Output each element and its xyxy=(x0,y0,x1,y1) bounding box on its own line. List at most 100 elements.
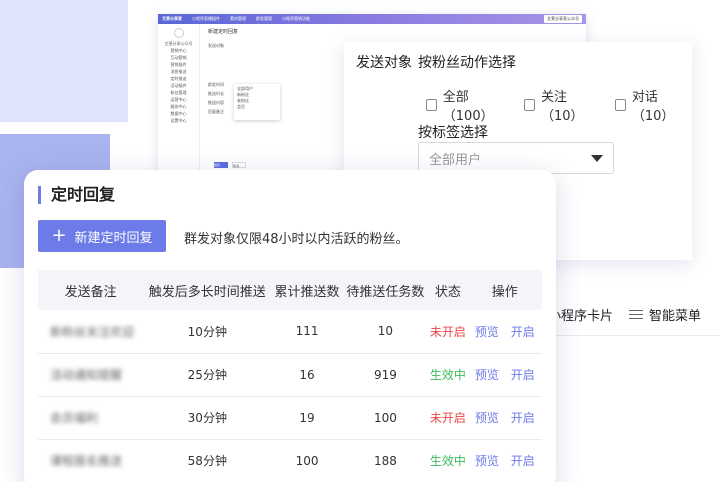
remark-text: 会员福利 xyxy=(50,411,99,425)
mini-sidebar-item: 设置中心 xyxy=(170,117,187,123)
mini-cancel-button: 取消 xyxy=(232,162,246,168)
mini-avatar xyxy=(173,28,184,38)
checkbox-all[interactable]: 全部（100） xyxy=(426,86,510,124)
enable-link[interactable]: 开启 xyxy=(511,454,535,468)
mini-sidebar-item: 消息推送 xyxy=(170,68,187,74)
cell-pending: 10 xyxy=(342,310,429,354)
remark-text: 活动通知提醒 xyxy=(50,368,123,382)
mini-logo: 艾莱分享家 xyxy=(162,16,182,21)
new-button-label: 新建定时回复 xyxy=(74,230,153,246)
preview-link[interactable]: 预览 xyxy=(475,368,499,382)
checkbox-label: 对话（10） xyxy=(631,90,675,124)
menu-lines-icon xyxy=(629,309,644,320)
status-badge: 生效中 xyxy=(428,439,468,482)
table-row: 课程报名推送 58分钟 100 188 生效中 预览 开启 xyxy=(38,439,542,482)
checkbox-dialog[interactable]: 对话（10） xyxy=(615,86,692,124)
checkbox-label: 全部（100） xyxy=(442,90,494,124)
mini-save-button: 保存 xyxy=(214,162,228,168)
status-badge: 生效中 xyxy=(428,353,468,397)
table-header-row: 发送备注 触发后多长时间推送 累计推送数 待推送任务数 状态 操作 xyxy=(38,270,542,310)
cell-remark: 课程报名推送 xyxy=(38,439,144,482)
mini-nav-item: 素材管理 xyxy=(230,16,246,21)
enable-link[interactable]: 开启 xyxy=(511,368,535,382)
status-badge: 未开启 xyxy=(428,396,468,440)
cell-pending: 919 xyxy=(342,353,429,397)
header-actions: 操作 xyxy=(467,270,542,310)
scheduled-reply-card: 定时回复 + 新建定时回复 群发对象仅限48小时以内活跃的粉丝。 发送备注 触发… xyxy=(24,170,556,482)
plus-icon: + xyxy=(51,225,67,246)
mini-account-tag: 艾莱分享家公众号 xyxy=(544,15,582,23)
preview-link[interactable]: 预览 xyxy=(475,411,499,425)
mini-program-card-label: 小程序卡片 xyxy=(548,309,614,324)
status-badge: 未开启 xyxy=(428,310,468,354)
cell-actions: 预览 开启 xyxy=(467,310,542,354)
message-type-strip: 小程序卡片 智能菜单 xyxy=(540,294,720,336)
mini-dropdown-option: 会员 xyxy=(237,104,245,109)
cell-remark: 会员福利 xyxy=(38,396,144,440)
cell-remark: 新粉丝关注欢迎 xyxy=(38,310,144,354)
mini-sidebar-item: 营销中心 xyxy=(170,47,187,53)
checkbox-box[interactable] xyxy=(615,99,626,111)
mini-sidebar-item: 艾莱分享公众号 xyxy=(164,40,193,46)
send-target-label: 发送对象 xyxy=(356,55,412,71)
mini-sidebar-item: 粉丝管理 xyxy=(170,89,187,95)
enable-link[interactable]: 开启 xyxy=(511,411,535,425)
mini-sidebar-item: 数据中心 xyxy=(170,110,187,116)
mini-sidebar-item: 活动插件 xyxy=(170,82,187,88)
checkbox-label: 关注（10） xyxy=(541,90,584,124)
header-total: 累计推送数 xyxy=(271,270,343,310)
cell-pending: 100 xyxy=(342,396,429,440)
mini-nav-item: 小程序直播插件 xyxy=(192,16,220,21)
mini-dropdown: 全部用户 新粉丝 老粉丝 会员 xyxy=(234,84,280,120)
table-row: 新粉丝关注欢迎 10分钟 111 10 未开启 预览 开启 xyxy=(38,310,542,354)
header-delay: 触发后多长时间推送 xyxy=(143,270,272,310)
by-action-label: 按粉丝动作选择 xyxy=(418,55,516,71)
cell-delay: 30分钟 xyxy=(143,396,272,440)
cell-total: 19 xyxy=(271,396,343,440)
cell-delay: 25分钟 xyxy=(143,353,272,397)
mini-cancel-label: 取消 xyxy=(233,164,240,168)
cell-actions: 预览 开启 xyxy=(467,396,542,440)
audience-hint: 群发对象仅限48小时以内活跃的粉丝。 xyxy=(184,232,409,247)
page-title: 定时回复 xyxy=(38,186,115,204)
reply-table: 发送备注 触发后多长时间推送 累计推送数 待推送任务数 状态 操作 新粉丝关注欢… xyxy=(38,270,542,482)
header-status: 状态 xyxy=(428,270,468,310)
header-pending: 待推送任务数 xyxy=(342,270,429,310)
mini-sidebar-item: 互动营销 xyxy=(170,54,187,60)
mini-sidebar-item: 运营中心 xyxy=(170,96,187,102)
cell-remark: 活动通知提醒 xyxy=(38,353,144,397)
tag-select-value: 全部用户 xyxy=(429,152,482,168)
cell-delay: 10分钟 xyxy=(143,310,272,354)
preview-link[interactable]: 预览 xyxy=(475,454,499,468)
action-checkbox-group: 全部（100） 关注（10） 对话（10） xyxy=(426,86,692,124)
mini-save-label: 保存 xyxy=(214,163,221,167)
checkbox-box[interactable] xyxy=(524,99,535,111)
checkbox-follow[interactable]: 关注（10） xyxy=(524,86,601,124)
enable-link[interactable]: 开启 xyxy=(511,325,535,339)
preview-link[interactable]: 预览 xyxy=(475,325,499,339)
mini-title: 新建定时回复 xyxy=(208,29,239,35)
caret-down-icon xyxy=(591,154,603,162)
mini-sidebar-item: 服务中心 xyxy=(170,103,187,109)
smart-menu-tab[interactable]: 智能菜单 xyxy=(621,305,709,324)
cell-total: 111 xyxy=(271,310,343,354)
smart-menu-label: 智能菜单 xyxy=(649,309,702,324)
checkbox-box[interactable] xyxy=(426,99,437,111)
mini-nav-item: 小程序营销功能 xyxy=(282,16,310,21)
cell-actions: 预览 开启 xyxy=(467,439,542,482)
cell-pending: 188 xyxy=(342,439,429,482)
mini-top-bar: 艾莱分享家 小程序直播插件 素材管理 群发管理 小程序营销功能 艾莱分享家公众号 xyxy=(158,14,586,24)
cell-total: 100 xyxy=(271,439,343,482)
remark-text: 课程报名推送 xyxy=(50,454,123,468)
new-scheduled-reply-button[interactable]: + 新建定时回复 xyxy=(38,220,166,252)
mini-nav-item: 群发管理 xyxy=(256,16,272,21)
table-row: 会员福利 30分钟 19 100 未开启 预览 开启 xyxy=(38,396,542,440)
mini-sidebar: 艾莱分享公众号 营销中心 互动营销 营销插件 消息推送 定时推送 活动插件 粉丝… xyxy=(158,24,200,174)
header-remark: 发送备注 xyxy=(38,270,144,310)
by-tag-label: 按标签选择 xyxy=(418,125,488,141)
cell-total: 16 xyxy=(271,353,343,397)
cell-delay: 58分钟 xyxy=(143,439,272,482)
cell-actions: 预览 开启 xyxy=(467,353,542,397)
remark-text: 新粉丝关注欢迎 xyxy=(50,324,135,339)
mini-sidebar-item: 营销插件 xyxy=(170,61,187,67)
